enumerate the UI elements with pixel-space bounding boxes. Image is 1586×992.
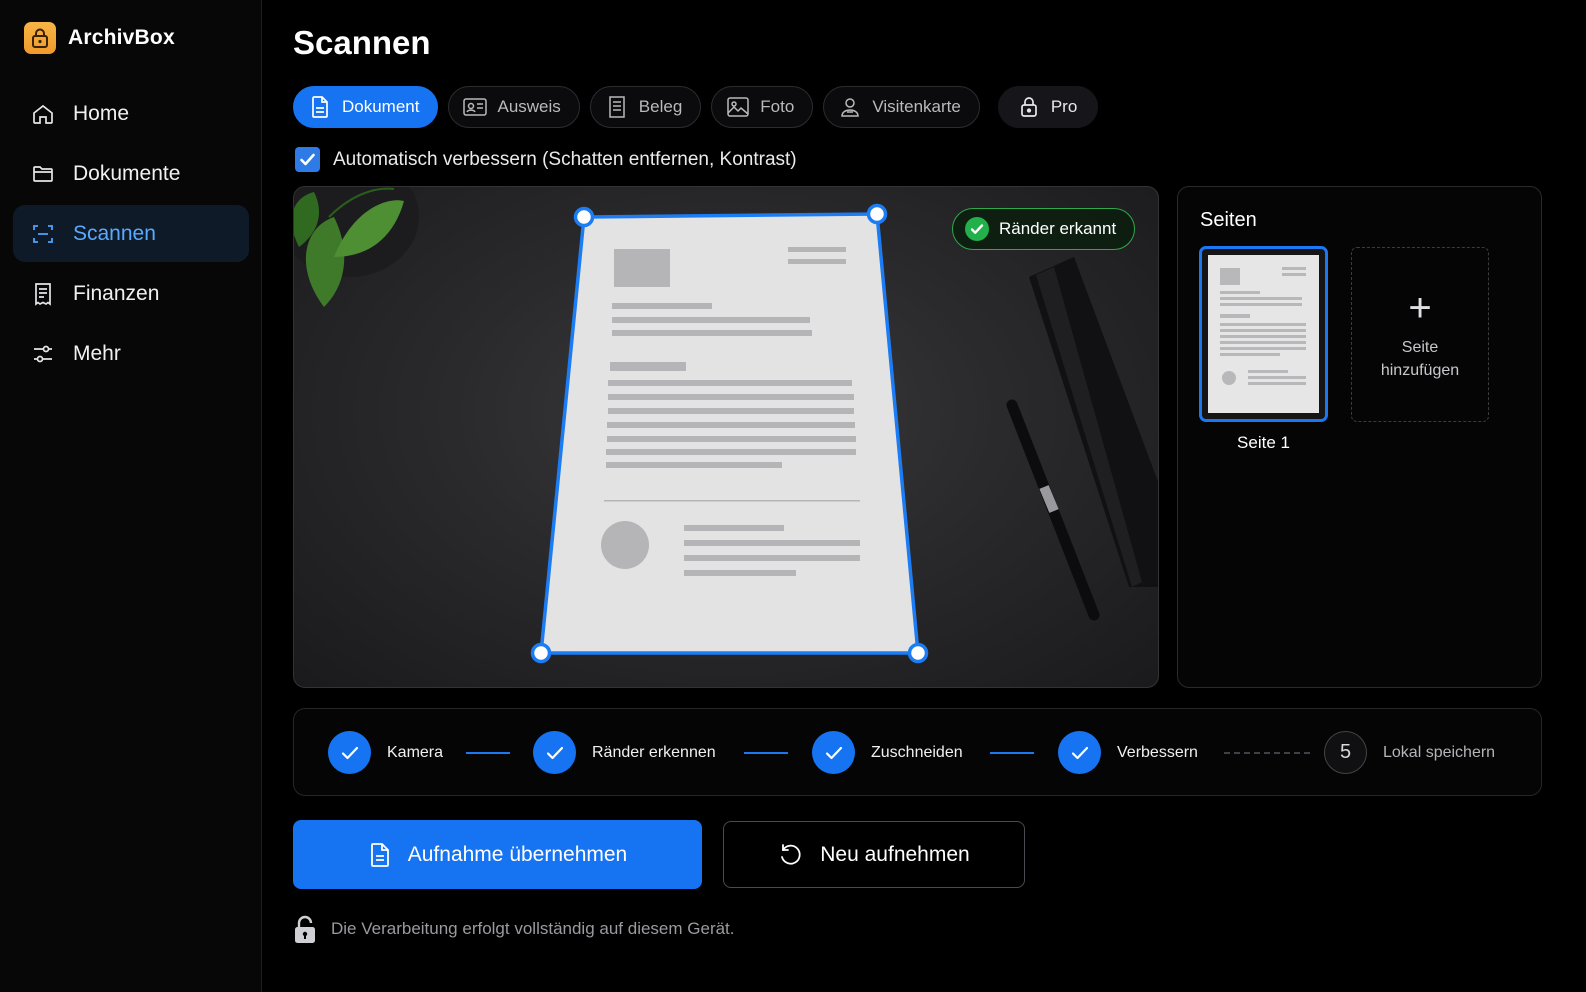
pages-panel: Seiten Seite 1 + Seite hinzufügen [1177,186,1542,688]
tab-visitenkarte[interactable]: Visitenkarte [823,86,980,128]
step-label: Verbessern [1117,743,1198,761]
step-verbessern: Verbessern [1058,731,1198,774]
step-lokal-speichern: 5 Lokal speichern [1324,731,1495,774]
lock-icon [24,22,56,54]
tab-label: Beleg [638,97,683,116]
edges-badge-label: Ränder erkannt [999,219,1117,238]
id-card-icon [463,98,488,116]
check-icon [328,731,371,774]
add-page-label-line2: hinzufügen [1380,361,1460,379]
step-label: Zuschneiden [871,743,963,761]
tab-label: Visitenkarte [872,97,961,116]
progress-steps: Kamera Ränder erkennen Zuschneiden Verbe… [293,708,1542,796]
tab-dokument[interactable]: Dokument [293,86,439,128]
refresh-icon [781,843,801,865]
app-name: ArchivBox [68,26,175,49]
sidebar: ArchivBox Home Dokumente Scannen Finanze… [0,0,262,992]
sidebar-item-label: Dokumente [73,161,181,185]
scan-icon [33,224,53,243]
sliders-icon [34,345,52,362]
sidebar-item-scannen[interactable]: Scannen [13,205,249,262]
step-connector [990,752,1034,754]
camera-preview-image [294,187,1158,664]
step-raender-erkennen: Ränder erkennen [533,731,716,774]
check-icon [812,731,855,774]
page-thumbnail-label: Seite 1 [1237,433,1290,452]
tab-label: Ausweis [497,97,561,116]
step-connector [744,752,788,754]
step-label: Ränder erkennen [592,743,716,761]
accept-scan-button[interactable]: Aufnahme übernehmen [293,820,702,889]
tab-foto[interactable]: Foto [711,86,814,128]
check-icon [1058,731,1101,774]
sidebar-item-label: Finanzen [73,281,160,305]
receipt-icon [35,282,51,306]
auto-enhance-checkbox[interactable] [295,147,320,172]
tab-label: Dokument [342,97,420,116]
privacy-note: Die Verarbeitung erfolgt vollständig auf… [293,914,735,944]
tab-ausweis[interactable]: Ausweis [448,86,580,128]
step-zuschneiden: Zuschneiden [812,731,963,774]
receipt-icon [609,96,625,118]
retake-button[interactable]: Neu aufnehmen [723,821,1025,888]
step-label: Kamera [387,743,444,761]
document-icon [370,842,389,867]
auto-enhance-option[interactable]: Automatisch verbessern (Schatten entfern… [295,147,797,172]
brand[interactable]: ArchivBox [24,22,175,54]
sidebar-item-dokumente[interactable]: Dokumente [13,145,249,202]
sidebar-item-finanzen[interactable]: Finanzen [13,265,249,322]
sidebar-nav: Home Dokumente Scannen Finanzen Mehr [13,85,249,385]
check-circle-icon [965,217,989,241]
accept-scan-label: Aufnahme übernehmen [407,842,628,866]
home-icon [33,104,53,124]
add-page-button[interactable]: + Seite hinzufügen [1351,247,1489,422]
tab-pro[interactable]: Pro [997,86,1099,128]
privacy-note-text: Die Verarbeitung erfolgt vollständig auf… [331,919,735,938]
page-thumbnail[interactable] [1199,246,1328,422]
tab-beleg[interactable]: Beleg [589,86,702,128]
page-title: Scannen [293,24,431,61]
retake-label: Neu aufnehmen [820,842,970,866]
auto-enhance-label: Automatisch verbessern (Schatten entfern… [333,148,797,170]
contact-card-icon [841,98,860,117]
step-connector-pending [1224,752,1310,754]
scan-type-tabs: Dokument Ausweis Beleg Foto Visitenkarte… [293,86,1099,128]
pages-title: Seiten [1200,209,1257,231]
sidebar-item-label: Home [73,101,130,125]
image-icon [727,97,750,117]
document-icon [312,96,328,118]
step-number: 5 [1324,731,1367,774]
plus-icon: + [1408,285,1432,330]
scan-preview[interactable]: Ränder erkannt [293,186,1159,688]
sidebar-item-mehr[interactable]: Mehr [13,325,249,382]
check-icon [533,731,576,774]
add-page-label-line1: Seite [1401,338,1439,356]
edges-detected-badge: Ränder erkannt [952,208,1136,250]
sidebar-item-label: Scannen [73,221,156,245]
lock-icon [1020,97,1037,117]
page-preview-image [1220,267,1306,385]
lock-icon [295,915,315,943]
step-label: Lokal speichern [1383,743,1496,761]
checkmark-icon [300,153,315,166]
tab-label: Pro [1050,97,1078,116]
tab-label: Foto [760,97,795,116]
sidebar-item-home[interactable]: Home [13,85,249,142]
step-connector [466,752,510,754]
sidebar-item-label: Mehr [73,341,121,365]
folder-icon [33,165,53,182]
step-kamera: Kamera [328,731,443,774]
